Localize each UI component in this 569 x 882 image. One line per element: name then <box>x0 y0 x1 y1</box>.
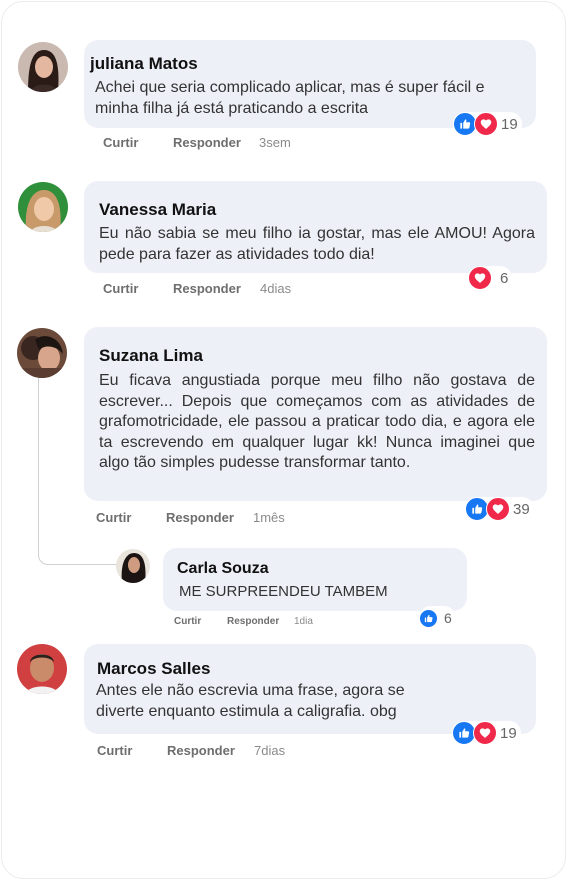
like-button[interactable]: Curtir <box>97 743 132 758</box>
reply-button[interactable]: Responder <box>166 510 234 525</box>
comment-author[interactable]: Marcos Salles <box>97 659 210 679</box>
reaction-summary[interactable]: 19 <box>453 112 522 136</box>
comment-time[interactable]: 1mês <box>253 510 285 525</box>
reaction-summary[interactable]: 6 <box>419 606 456 630</box>
avatar[interactable] <box>17 644 67 694</box>
comment-text: Eu não sabia se meu filho ia gostar, mas… <box>99 225 535 263</box>
avatar[interactable] <box>18 182 68 232</box>
comment-text: Achei que seria complicado aplicar, mas … <box>95 79 485 117</box>
comment-time[interactable]: 3sem <box>259 135 291 150</box>
reaction-count: 39 <box>513 500 530 518</box>
like-button[interactable]: Curtir <box>103 281 138 296</box>
reply-button[interactable]: Responder <box>173 135 241 150</box>
like-button[interactable]: Curtir <box>103 135 138 150</box>
love-icon <box>468 266 492 290</box>
comment-bubble: Vanessa Maria Eu não sabia se meu filho … <box>84 181 547 273</box>
comment-text: Antes ele não escrevia uma frase, agora … <box>96 682 405 720</box>
comment-author[interactable]: juliana Matos <box>90 54 198 74</box>
reply-button[interactable]: Responder <box>167 743 235 758</box>
reply-bubble: Carla Souza ME SURPREENDEU TAMBEM <box>163 548 467 611</box>
comment-bubble: Suzana Lima Eu ficava angustiada porque … <box>84 327 547 501</box>
like-icon <box>419 608 438 628</box>
reply-author[interactable]: Carla Souza <box>177 560 269 578</box>
reply-button[interactable]: Responder <box>173 281 241 296</box>
comment-text: Eu ficava angustiada porque meu filho nã… <box>99 372 535 471</box>
reaction-count: 6 <box>444 610 452 626</box>
comment-time[interactable]: 7dias <box>254 743 285 758</box>
avatar[interactable] <box>116 549 150 583</box>
reaction-count: 19 <box>501 115 518 133</box>
like-button[interactable]: Curtir <box>96 510 131 525</box>
like-button[interactable]: Curtir <box>174 616 201 627</box>
comment-author[interactable]: Suzana Lima <box>99 346 203 366</box>
reaction-count: 6 <box>500 269 509 287</box>
reaction-summary[interactable]: 19 <box>452 721 521 745</box>
reaction-count: 19 <box>500 724 517 742</box>
comment-time[interactable]: 1dia <box>294 616 313 627</box>
comment-time[interactable]: 4dias <box>260 281 291 296</box>
reply-text: ME SURPREENDEU TAMBEM <box>179 583 388 600</box>
avatar[interactable] <box>18 42 68 92</box>
love-icon <box>474 112 498 136</box>
reaction-summary[interactable]: 39 <box>465 497 534 521</box>
reply-button[interactable]: Responder <box>227 616 279 627</box>
comment-author[interactable]: Vanessa Maria <box>99 200 216 220</box>
avatar[interactable] <box>17 328 67 378</box>
love-icon <box>486 497 510 521</box>
reaction-summary[interactable]: 6 <box>468 266 513 290</box>
love-icon <box>473 721 497 745</box>
